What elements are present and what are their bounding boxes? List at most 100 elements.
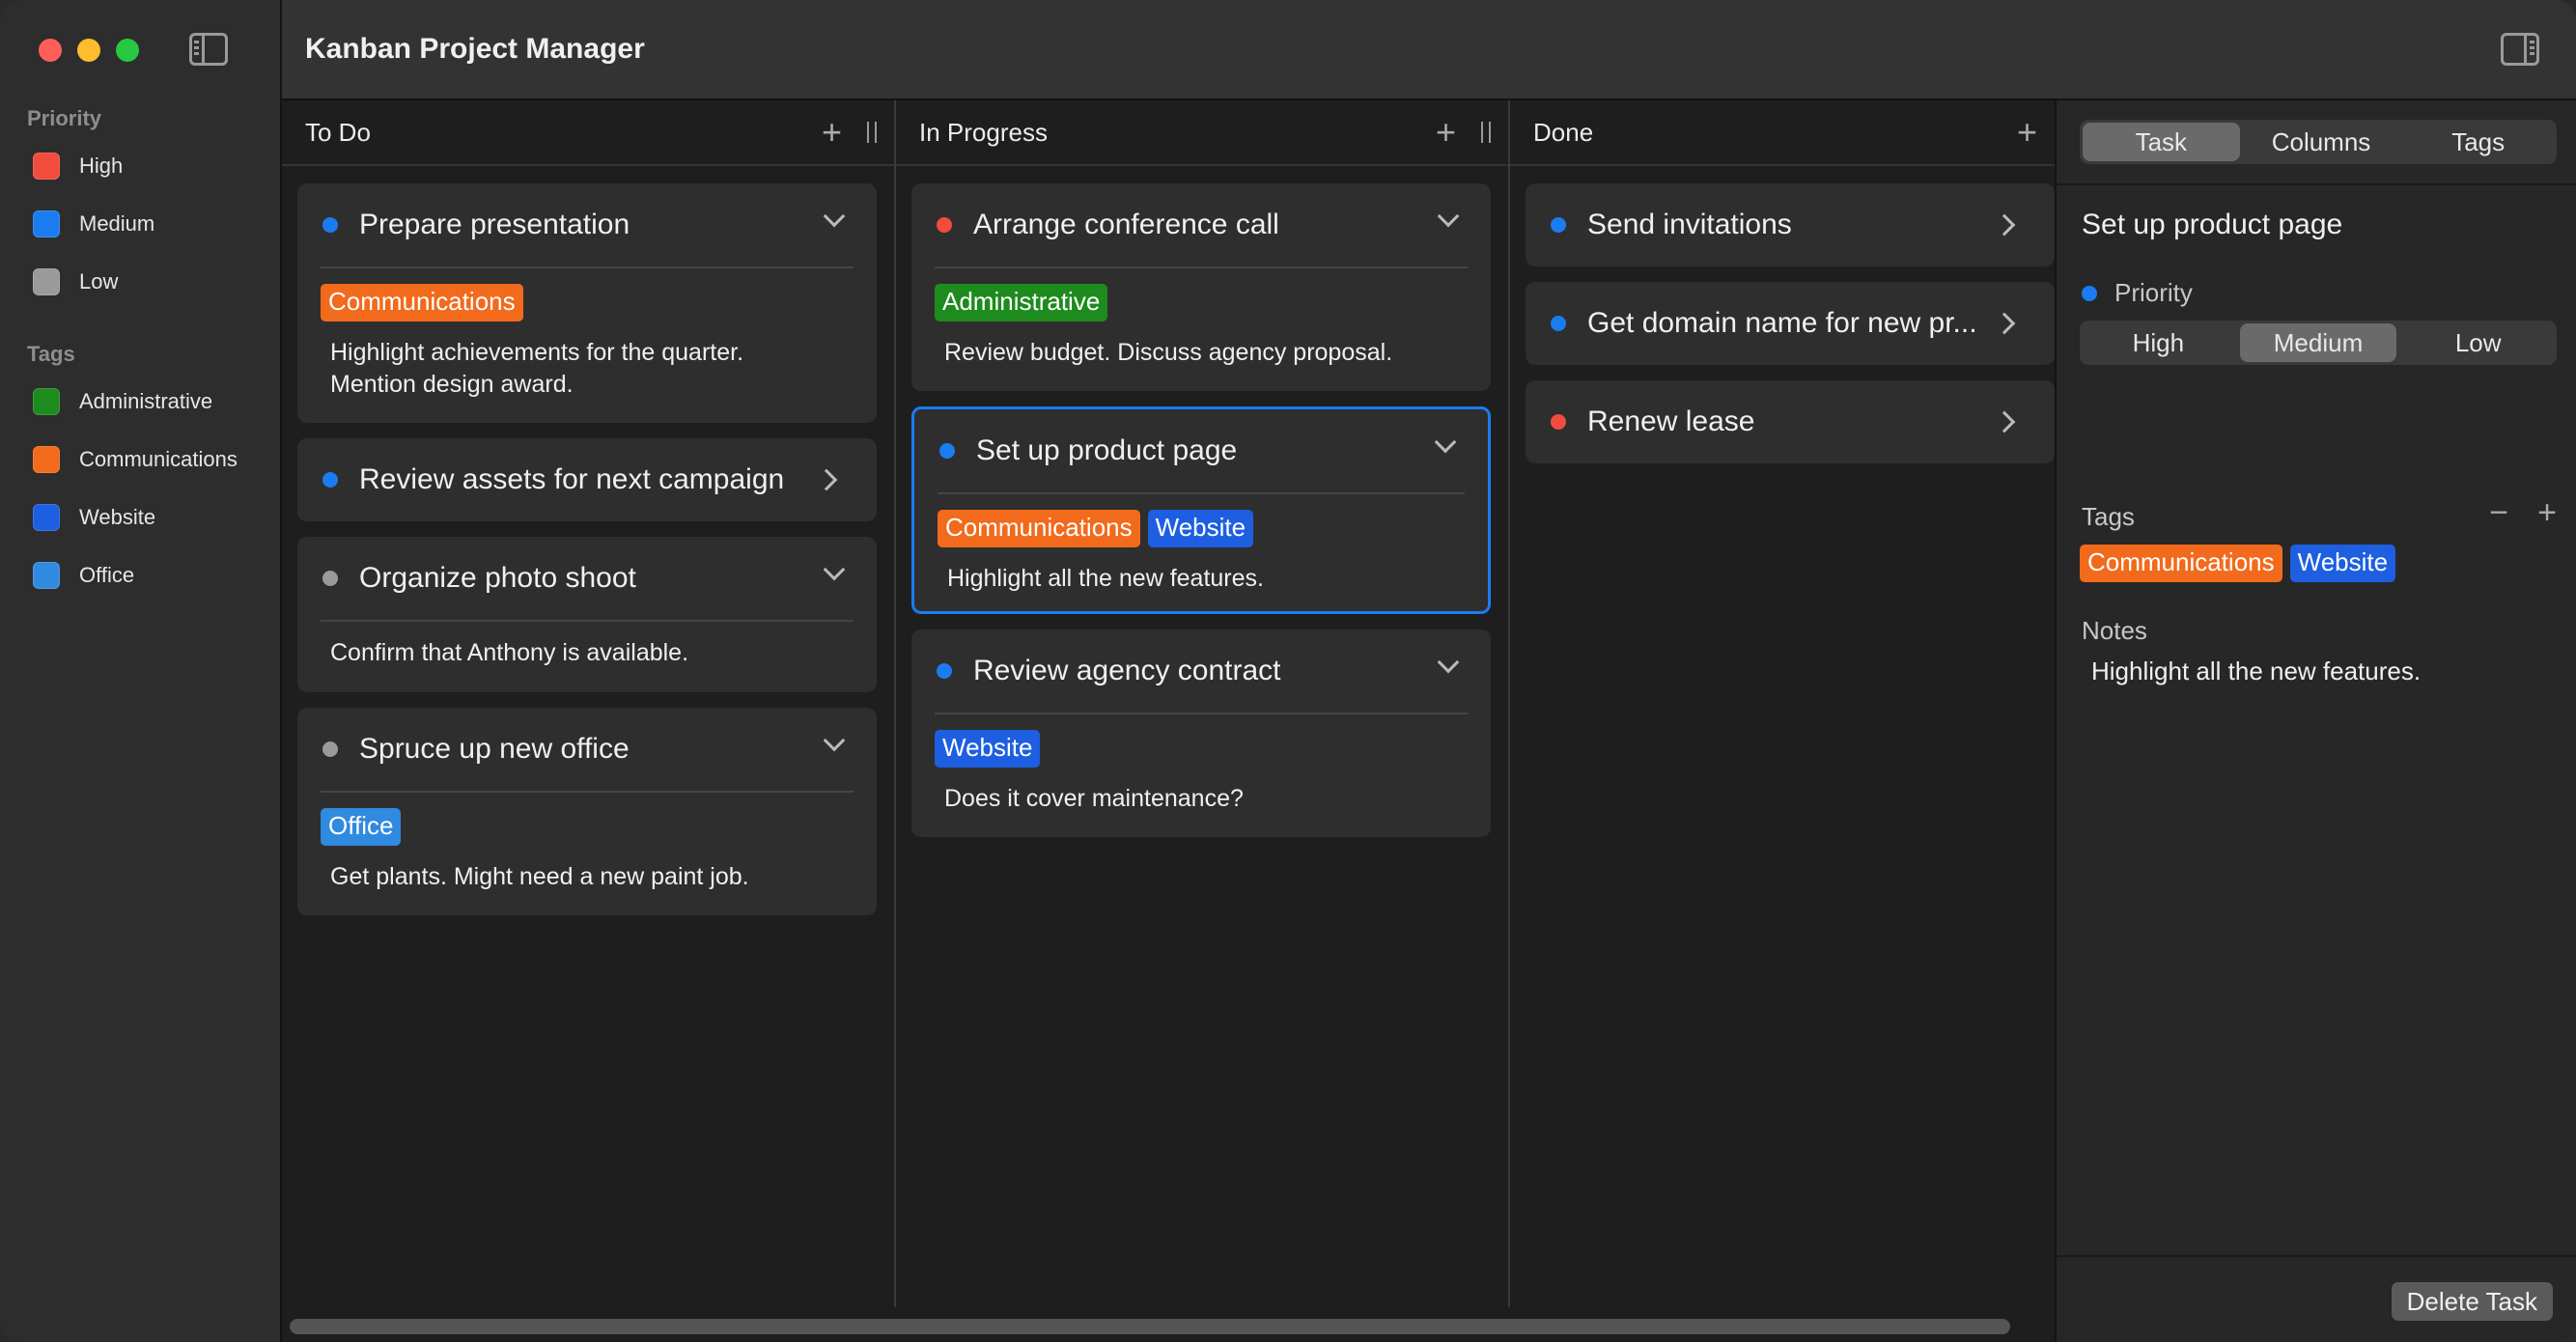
card-notes: Highlight achievements for the quarter. M… [297,322,877,424]
horizontal-scrollbar[interactable] [290,1319,2010,1334]
add-card-button[interactable]: + [822,115,842,150]
column-actions: + [2017,115,2037,150]
task-card-renew-lease[interactable]: Renew lease [1526,380,2055,463]
card-title: Review assets for next campaign [359,463,785,495]
priority-option-low[interactable]: Low [2399,321,2557,365]
card-header: Review assets for next campaign [297,438,877,521]
minimize-window-button[interactable] [77,39,100,62]
sidebar: Priority High Medium Low Tags Administrati… [0,0,282,1342]
notes-label: Notes [2082,616,2147,645]
card-notes-line: Mention design award. [330,371,574,398]
priority-dot-icon [937,663,952,679]
add-tag-button[interactable]: + [2537,494,2557,532]
column-done: Done + Send invitations Get domain name for… [1510,100,2055,1307]
tab-tags[interactable]: Tags [2399,120,2557,164]
chevron-down-icon[interactable] [823,729,846,752]
card-title: Renew lease [1587,405,1755,437]
card-header: Prepare presentation [297,183,877,266]
column-resize-handle[interactable] [1481,122,1491,143]
card-tags: Communications [297,268,877,322]
task-card-arrange-conference-call[interactable]: Arrange conference call Administrative Rev… [911,183,1491,391]
window-title: Kanban Project Manager [305,33,645,65]
sidebar-item-tag-communications[interactable]: Communications [33,444,238,475]
task-card-set-up-product-page[interactable]: Set up product page Communications Website… [911,406,1491,614]
sidebar-item-priority-medium[interactable]: Medium [33,209,154,239]
task-card-spruce-up-new-office[interactable]: Spruce up new office Office Get plants. Mi… [297,708,877,915]
window-controls [39,39,139,62]
task-card-prepare-presentation[interactable]: Prepare presentation Communications Highli… [297,183,877,423]
card-title: Set up product page [976,434,1238,466]
sidebar-item-tag-website[interactable]: Website [33,502,155,533]
inspector-toggle-icon[interactable] [2501,33,2539,66]
chevron-down-icon[interactable] [1434,431,1457,454]
task-card-get-domain-name-for-new-pr[interactable]: Get domain name for new pr... [1526,282,2055,365]
delete-task-button[interactable]: Delete Task [2391,1282,2553,1321]
priority-label-row: Priority [2082,278,2193,308]
priority-dot-icon [939,443,955,459]
task-card-organize-photo-shoot[interactable]: Organize photo shoot Confirm that Anthony… [297,537,877,692]
sidebar-item-priority-low[interactable]: Low [33,266,118,297]
card-notes: Review budget. Discuss agency proposal. [911,322,1491,392]
task-card-send-invitations[interactable]: Send invitations [1526,183,2055,266]
tag-badge-website: Website [1147,510,1254,547]
tag-badge-website[interactable]: Website [2289,545,2396,582]
chevron-right-icon[interactable] [1993,312,2016,335]
priority-dot-icon [322,217,338,233]
card-notes: Get plants. Might need a new paint job. [297,846,877,916]
task-card-review-assets-for-next-campaign[interactable]: Review assets for next campaign [297,438,877,521]
remove-tag-button[interactable]: − [2489,494,2508,532]
chevron-down-icon[interactable] [1437,651,1460,674]
priority-dot-icon [937,217,952,233]
close-window-button[interactable] [39,39,62,62]
chevron-down-icon[interactable] [1437,205,1460,228]
tags-label: Tags [2082,502,2135,531]
tab-columns[interactable]: Columns [2243,120,2400,164]
sidebar-item-label: Office [79,563,135,587]
priority-dot-icon [322,741,338,757]
main-area: Kanban Project Manager To Do + Prepare pre… [282,0,2576,1342]
kanban-board: To Do + Prepare presentation Communications… [282,100,2055,1342]
sidebar-item-priority-high[interactable]: High [33,151,123,182]
column-actions: + [822,115,877,150]
card-tags: Office [297,793,877,846]
task-card-review-agency-contract[interactable]: Review agency contract Website Does it cov… [911,629,1491,837]
card-title: Prepare presentation [359,209,630,240]
color-swatch-icon [33,446,60,473]
sidebar-item-label: Administrative [79,389,213,413]
priority-option-high[interactable]: High [2080,321,2237,365]
card-title: Arrange conference call [973,209,1279,240]
tag-badge-website: Website [935,730,1041,768]
card-header: Get domain name for new pr... [1526,282,2055,365]
tab-task[interactable]: Task [2083,123,2240,161]
card-tags: Website [911,714,1491,768]
notes-field[interactable]: Highlight all the new features. [2091,657,2421,686]
app-window: Priority High Medium Low Tags Administrati… [0,0,2576,1342]
sidebar-priority-heading: Priority [27,106,102,130]
chevron-right-icon[interactable] [1993,410,2016,433]
tag-badge-communications: Communications [321,284,523,322]
column-title: In Progress [919,117,1048,147]
inspector-tags: Communications Website [2080,545,2396,582]
sidebar-item-label: Medium [79,211,155,236]
card-header: Set up product page [914,409,1488,492]
tag-badge-communications[interactable]: Communications [2080,545,2282,582]
card-notes-line: Confirm that Anthony is available. [330,639,689,666]
zoom-window-button[interactable] [116,39,139,62]
chevron-down-icon[interactable] [823,558,846,581]
chevron-right-icon[interactable] [815,468,838,491]
priority-option-medium[interactable]: Medium [2239,323,2397,362]
sidebar-item-tag-administrative[interactable]: Administrative [33,386,212,417]
add-card-button[interactable]: + [1436,115,1456,150]
chevron-right-icon[interactable] [1993,213,2016,237]
card-notes-line: Review budget. Discuss agency proposal. [944,339,1393,366]
color-swatch-icon [33,388,60,415]
column-resize-handle[interactable] [867,122,877,143]
chevron-down-icon[interactable] [823,205,846,228]
sidebar-toggle-icon[interactable] [189,33,228,66]
add-card-button[interactable]: + [2017,115,2037,150]
card-notes-line: Get plants. Might need a new paint job. [330,863,749,890]
tag-badge-communications: Communications [938,510,1140,547]
card-notes-line: Does it cover maintenance? [944,785,1244,812]
inspector-task-title[interactable]: Set up product page [2082,209,2342,241]
sidebar-item-tag-office[interactable]: Office [33,560,134,591]
